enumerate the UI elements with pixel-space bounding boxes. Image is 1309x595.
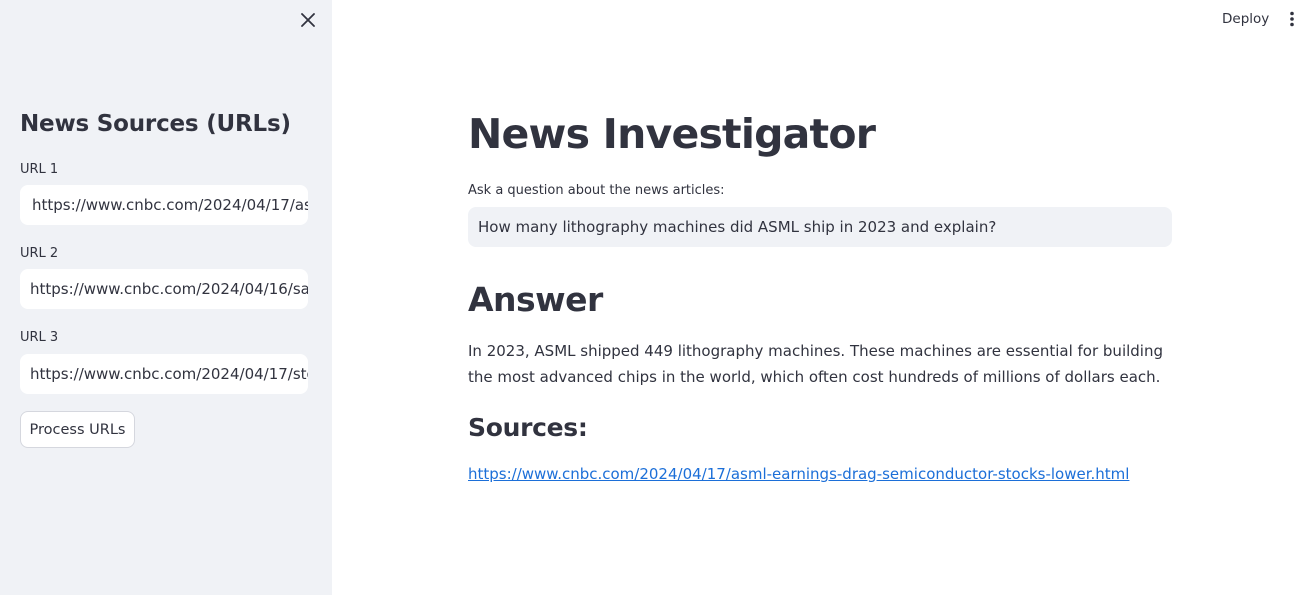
- url-1-input[interactable]: https://www.cnbc.com/2024/04/17/asm: [20, 185, 308, 225]
- url-1-label: URL 1: [20, 162, 59, 177]
- question-label: Ask a question about the news articles:: [468, 183, 725, 198]
- source-link[interactable]: https://www.cnbc.com/2024/04/17/asml-ear…: [468, 465, 1129, 483]
- deploy-button[interactable]: Deploy: [1214, 8, 1277, 30]
- sidebar: News Sources (URLs) URL 1 https://www.cn…: [0, 0, 332, 595]
- sidebar-title: News Sources (URLs): [20, 111, 291, 137]
- close-sidebar-button[interactable]: [296, 8, 320, 32]
- answer-text: In 2023, ASML shipped 449 lithography ma…: [468, 342, 1163, 386]
- process-urls-button[interactable]: Process URLs: [20, 411, 135, 448]
- main-menu-button[interactable]: [1282, 8, 1302, 30]
- page-title: News Investigator: [468, 110, 876, 158]
- answer-heading: Answer: [468, 280, 603, 319]
- url-2-label: URL 2: [20, 246, 59, 261]
- more-vertical-icon: [1290, 11, 1294, 27]
- sources-heading: Sources:: [468, 413, 588, 442]
- url-2-input[interactable]: https://www.cnbc.com/2024/04/16/salar: [20, 269, 308, 309]
- close-icon: [301, 13, 315, 27]
- question-input[interactable]: How many lithography machines did ASML s…: [468, 207, 1172, 247]
- url-3-label: URL 3: [20, 330, 59, 345]
- url-3-input[interactable]: https://www.cnbc.com/2024/04/17/stock: [20, 354, 308, 394]
